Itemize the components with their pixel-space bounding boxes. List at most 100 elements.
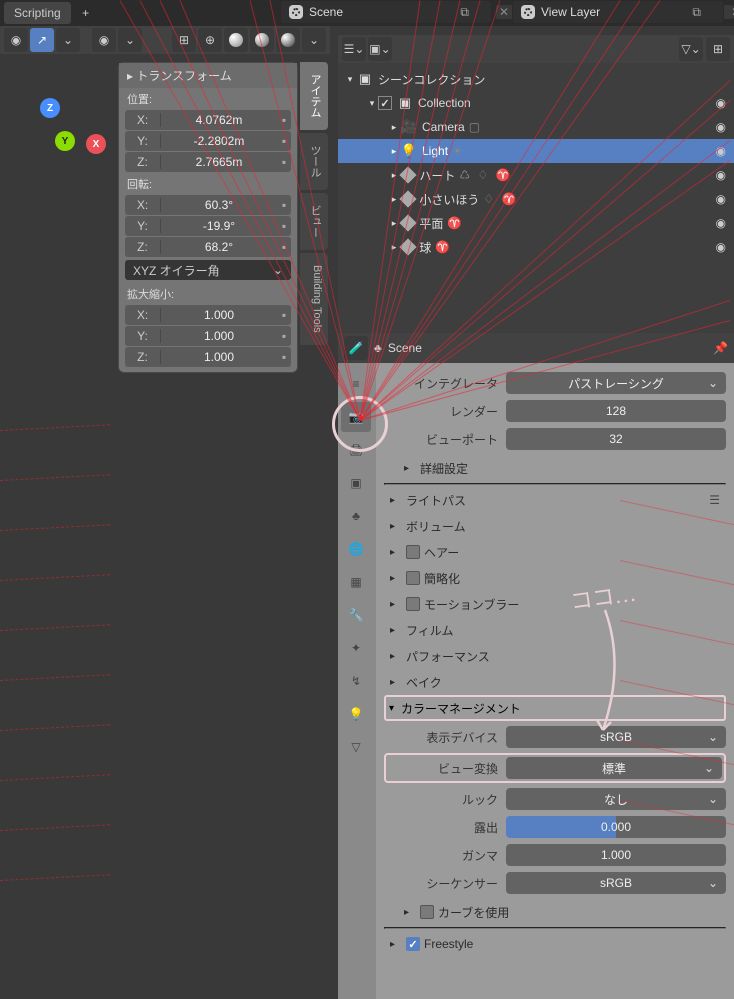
snap-options[interactable]: ⌄: [56, 28, 80, 52]
collection-checkbox[interactable]: [378, 96, 392, 110]
tab-view[interactable]: ビュー: [300, 193, 328, 250]
shading-solid[interactable]: [224, 28, 248, 52]
visibility-icon[interactable]: ◉: [716, 240, 726, 254]
workspace-tab-scripting[interactable]: Scripting: [4, 2, 71, 24]
scale-y[interactable]: Y:1.000▪: [125, 326, 291, 346]
proportional-button[interactable]: ◉: [92, 28, 116, 52]
panel-performance[interactable]: ▸パフォーマンス: [384, 643, 726, 669]
tab-object[interactable]: ▦: [341, 567, 371, 597]
integrator-dropdown[interactable]: パストレーシング: [506, 372, 726, 394]
collection-row[interactable]: ▾▣Collection◉: [338, 91, 734, 115]
tab-world[interactable]: 🌐: [341, 534, 371, 564]
outliner-item-sphere[interactable]: ▸ 球♈◉: [338, 235, 734, 259]
outliner-tree: ▾▣シーンコレクション ▾▣Collection◉ ▸🎥Camera▢◉ ▸💡L…: [338, 63, 734, 263]
render-samples-field[interactable]: 128: [506, 400, 726, 422]
simplify-checkbox[interactable]: [406, 571, 420, 585]
panel-advanced[interactable]: ▸詳細設定: [384, 455, 726, 481]
visibility-icon[interactable]: ◉: [716, 216, 726, 230]
look-dropdown[interactable]: なし: [506, 788, 726, 810]
axis-y[interactable]: Y: [55, 131, 75, 151]
scale-x[interactable]: X:1.000▪: [125, 305, 291, 325]
close-icon[interactable]: ✕: [728, 5, 734, 19]
viewport-label: ビューポート: [384, 431, 506, 448]
tab-output2[interactable]: 🖨: [341, 435, 371, 465]
exposure-slider[interactable]: 0.000: [506, 816, 726, 838]
rotation-label: 回転:: [119, 173, 297, 195]
layers-icon: [521, 5, 535, 19]
filter-button[interactable]: ▽⌄: [679, 37, 703, 61]
tab-particle[interactable]: ✦: [341, 633, 371, 663]
nav-gizmo[interactable]: Z Y X: [20, 96, 110, 186]
tab-item[interactable]: アイテム: [300, 62, 328, 130]
add-workspace-button[interactable]: +: [75, 2, 97, 24]
panel-lightpaths[interactable]: ▸ライトパス☰: [384, 487, 726, 513]
display-device-dropdown[interactable]: sRGB: [506, 726, 726, 748]
modifier-icons: ♺ ♢ ♈: [459, 168, 512, 182]
new-collection-button[interactable]: ⊞: [706, 37, 730, 61]
exposure-label: 露出: [384, 819, 506, 836]
scene-name: Scene: [309, 5, 343, 19]
outliner-item-heart[interactable]: ▸ ハート♺ ♢ ♈◉: [338, 163, 734, 187]
tab-modifier[interactable]: 🔧: [341, 600, 371, 630]
outliner-header: ☰⌄ ▣⌄ ▽⌄ ⊞: [338, 35, 734, 63]
axis-z[interactable]: Z: [40, 98, 60, 118]
shading-wire[interactable]: ⊕: [198, 28, 222, 52]
axis-x[interactable]: X: [86, 134, 106, 154]
panel-motionblur[interactable]: ▸モーションブラー: [384, 591, 726, 617]
display-mode-dropdown[interactable]: ☰⌄: [342, 37, 366, 61]
scene-icon: [289, 5, 303, 19]
scale-z[interactable]: Z:1.000▪: [125, 347, 291, 367]
viewlayer-name: View Layer: [541, 5, 600, 19]
scene-selector[interactable]: Scene ⧉: [280, 0, 492, 24]
modifier-icons: ♈: [435, 240, 452, 254]
rotation-x[interactable]: X:60.3°▪: [125, 195, 291, 215]
gamma-field[interactable]: 1.000: [506, 844, 726, 866]
tab-constraint[interactable]: 💡: [341, 699, 371, 729]
panel-film[interactable]: ▸フィルム: [384, 617, 726, 643]
scale-label: 拡大縮小:: [119, 283, 297, 305]
sequencer-dropdown[interactable]: sRGB: [506, 872, 726, 894]
panel-color-management-highlighted[interactable]: ▾カラーマネージメント: [384, 695, 726, 721]
panel-simplify[interactable]: ▸簡略化: [384, 565, 726, 591]
n-panel: ▸ トランスフォーム 位置: X:4.0762m▪ Y:-2.2802m▪ Z:…: [118, 62, 298, 373]
hair-checkbox[interactable]: [406, 545, 420, 559]
curves-checkbox[interactable]: [420, 905, 434, 919]
properties-content: インテグレータパストレーシング レンダー128 ビューポート32 ▸詳細設定 ▸…: [376, 363, 734, 999]
panel-hair[interactable]: ▸ヘアー: [384, 539, 726, 565]
panel-use-curves[interactable]: ▸カーブを使用: [384, 899, 726, 925]
editor-type-dropdown[interactable]: 🧪: [344, 336, 368, 360]
rotation-mode-dropdown[interactable]: XYZ オイラー角⌄: [125, 260, 291, 280]
camera-icon: ▢: [469, 120, 482, 134]
tab-physics[interactable]: ↯: [341, 666, 371, 696]
tab-viewlayer[interactable]: ▣: [341, 468, 371, 498]
sun-icon: ☀: [452, 144, 465, 158]
gamma-label: ガンマ: [384, 847, 506, 864]
display-device-label: 表示デバイス: [384, 729, 506, 746]
mblur-checkbox[interactable]: [406, 597, 420, 611]
link-icon[interactable]: ⧉: [692, 5, 701, 20]
overlay-toggle[interactable]: ◉: [4, 28, 28, 52]
snap-button[interactable]: ↗: [30, 28, 54, 52]
view-transform-dropdown[interactable]: 標準: [506, 757, 722, 779]
panel-volume[interactable]: ▸ボリューム: [384, 513, 726, 539]
view-transform-label: ビュー変換: [388, 760, 506, 777]
pin-button[interactable]: 📌: [713, 341, 728, 355]
image-dropdown[interactable]: ▣⌄: [368, 37, 392, 61]
visibility-icon[interactable]: ◉: [716, 120, 726, 134]
properties-tabs: ≡ 📷 🖨 ▣ ♣ 🌐 ▦ 🔧 ✦ ↯ 💡 ▽: [338, 363, 376, 999]
viewport-samples-field[interactable]: 32: [506, 428, 726, 450]
freestyle-checkbox[interactable]: [406, 937, 420, 951]
visibility-icon[interactable]: ◉: [716, 192, 726, 206]
shading-options[interactable]: ⌄: [302, 28, 326, 52]
view-transform-row-highlighted: ビュー変換 標準: [384, 753, 726, 783]
modifier-icons: ♈: [447, 216, 464, 230]
location-x[interactable]: X:4.0762m▪: [125, 110, 291, 130]
scene-collection-row[interactable]: ▾▣シーンコレクション: [338, 67, 734, 91]
list-icon[interactable]: ☰: [709, 493, 720, 507]
link-icon[interactable]: ⧉: [460, 5, 469, 20]
tab-data[interactable]: ▽: [341, 732, 371, 762]
location-y[interactable]: Y:-2.2802m▪: [125, 131, 291, 151]
tab-scene[interactable]: ♣: [341, 501, 371, 531]
panel-freestyle[interactable]: ▸Freestyle: [384, 931, 726, 957]
location-label: 位置:: [119, 88, 297, 110]
